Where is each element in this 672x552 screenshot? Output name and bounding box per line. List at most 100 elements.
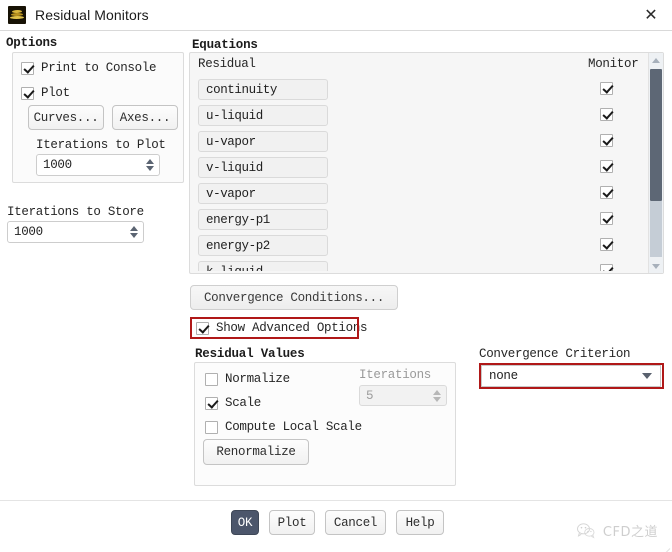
monitor-checkbox-cell[interactable] [600,212,613,225]
wechat-icon [576,522,596,539]
iterations-to-plot-label: Iterations to Plot [36,138,166,152]
normalize-label: Normalize [225,372,290,386]
ok-button[interactable]: OK [231,510,259,535]
residual-values-panel: Normalize Scale Compute Local Scale Reno… [194,362,456,486]
table-row[interactable]: u-liquid [198,103,640,129]
monitor-checkbox[interactable] [600,186,613,199]
equation-name[interactable]: v-liquid [198,157,328,178]
monitor-checkbox-cell[interactable] [600,82,613,95]
scroll-up-icon[interactable] [649,53,663,67]
table-row[interactable]: v-vapor [198,181,640,207]
table-row[interactable]: v-liquid [198,155,640,181]
title-bar: Residual Monitors ✕ [0,0,672,31]
window-title: Residual Monitors [35,7,149,23]
curves-button[interactable]: Curves... [28,105,104,130]
monitor-checkbox-cell[interactable] [600,186,613,199]
renormalize-button[interactable]: Renormalize [203,439,309,465]
iterations-to-store-field[interactable]: 1000 [7,221,144,243]
monitor-checkbox-cell[interactable] [600,238,613,251]
monitor-checkbox-cell[interactable] [600,264,613,271]
convergence-criterion-select[interactable]: none [481,365,661,387]
table-row[interactable]: k-liquid [198,259,640,271]
equations-scrollbar[interactable] [648,53,663,273]
cancel-button[interactable]: Cancel [325,510,386,535]
help-button[interactable]: Help [396,510,444,535]
options-group-title: Options [6,36,57,50]
monitor-column-header: Monitor [588,57,638,71]
stepper-up-icon[interactable] [130,226,138,231]
monitor-checkbox-cell[interactable] [600,108,613,121]
iterations-label: Iterations [359,368,431,382]
equation-name[interactable]: u-vapor [198,131,328,152]
scale-row[interactable]: Scale [205,396,261,410]
convergence-conditions-button[interactable]: Convergence Conditions... [190,285,398,310]
monitor-checkbox[interactable] [600,108,613,121]
plot-button[interactable]: Plot [269,510,315,535]
equations-panel: Residual Monitor continuity u-liquid u-v… [189,52,664,274]
monitor-checkbox[interactable] [600,82,613,95]
residual-values-group-title: Residual Values [195,347,305,361]
resize-grip-icon[interactable] [656,536,670,550]
plot-row[interactable]: Plot [21,86,70,100]
monitor-checkbox[interactable] [600,134,613,147]
close-icon[interactable]: ✕ [638,4,664,28]
iterations-field[interactable]: 5 [359,385,447,406]
monitor-checkbox-cell[interactable] [600,134,613,147]
table-row[interactable]: energy-p1 [198,207,640,233]
monitor-checkbox-cell[interactable] [600,160,613,173]
compute-local-scale-label: Compute Local Scale [225,420,362,434]
equations-list[interactable]: continuity u-liquid u-vapor v-liquid v-v… [198,77,640,271]
plot-checkbox[interactable] [21,87,34,100]
show-advanced-options-checkbox[interactable] [196,322,209,335]
iterations-to-plot-value: 1000 [37,158,72,172]
scale-label: Scale [225,396,261,410]
iterations-stepper[interactable] [433,390,441,402]
equation-name[interactable]: v-vapor [198,183,328,204]
equation-name[interactable]: k-liquid [198,261,328,271]
iterations-to-plot-field[interactable]: 1000 [36,154,160,176]
stepper-down-icon[interactable] [130,233,138,238]
stepper-down-icon[interactable] [433,397,441,402]
show-advanced-options-row[interactable]: Show Advanced Options [196,321,367,335]
plot-label: Plot [41,86,70,100]
normalize-row[interactable]: Normalize [205,372,290,386]
monitor-checkbox[interactable] [600,160,613,173]
monitor-checkbox[interactable] [600,264,613,271]
stepper-down-icon[interactable] [146,166,154,171]
chevron-down-icon[interactable] [642,373,652,379]
residual-monitors-dialog: Residual Monitors ✕ Options Print to Con… [0,0,672,552]
iterations-to-plot-stepper[interactable] [146,159,154,171]
options-panel: Print to Console Plot Curves... Axes... … [12,52,184,183]
watermark: CFD之道 [576,521,658,540]
iterations-to-store-stepper[interactable] [130,226,138,238]
stepper-up-icon[interactable] [433,390,441,395]
watermark-text: CFD之道 [603,521,658,540]
fluent-mesh-icon [8,6,26,24]
table-row[interactable]: energy-p2 [198,233,640,259]
equation-name[interactable]: continuity [198,79,328,100]
residual-column-header: Residual [198,57,256,71]
compute-local-scale-checkbox[interactable] [205,421,218,434]
iterations-to-store-value: 1000 [8,225,43,239]
scrollbar-track[interactable] [650,201,662,257]
print-to-console-label: Print to Console [41,61,156,75]
equation-name[interactable]: energy-p1 [198,209,328,230]
print-to-console-row[interactable]: Print to Console [21,61,156,75]
print-to-console-checkbox[interactable] [21,62,34,75]
iterations-to-store-label: Iterations to Store [7,205,144,219]
equation-name[interactable]: u-liquid [198,105,328,126]
normalize-checkbox[interactable] [205,373,218,386]
monitor-checkbox[interactable] [600,238,613,251]
convergence-criterion-label: Convergence Criterion [479,347,630,361]
equation-name[interactable]: energy-p2 [198,235,328,256]
compute-local-scale-row[interactable]: Compute Local Scale [205,420,362,434]
axes-button[interactable]: Axes... [112,105,178,130]
scale-checkbox[interactable] [205,397,218,410]
scrollbar-thumb[interactable] [650,69,662,201]
scroll-down-icon[interactable] [649,259,663,273]
monitor-checkbox[interactable] [600,212,613,225]
convergence-criterion-value: none [482,369,518,383]
table-row[interactable]: u-vapor [198,129,640,155]
stepper-up-icon[interactable] [146,159,154,164]
table-row[interactable]: continuity [198,77,640,103]
